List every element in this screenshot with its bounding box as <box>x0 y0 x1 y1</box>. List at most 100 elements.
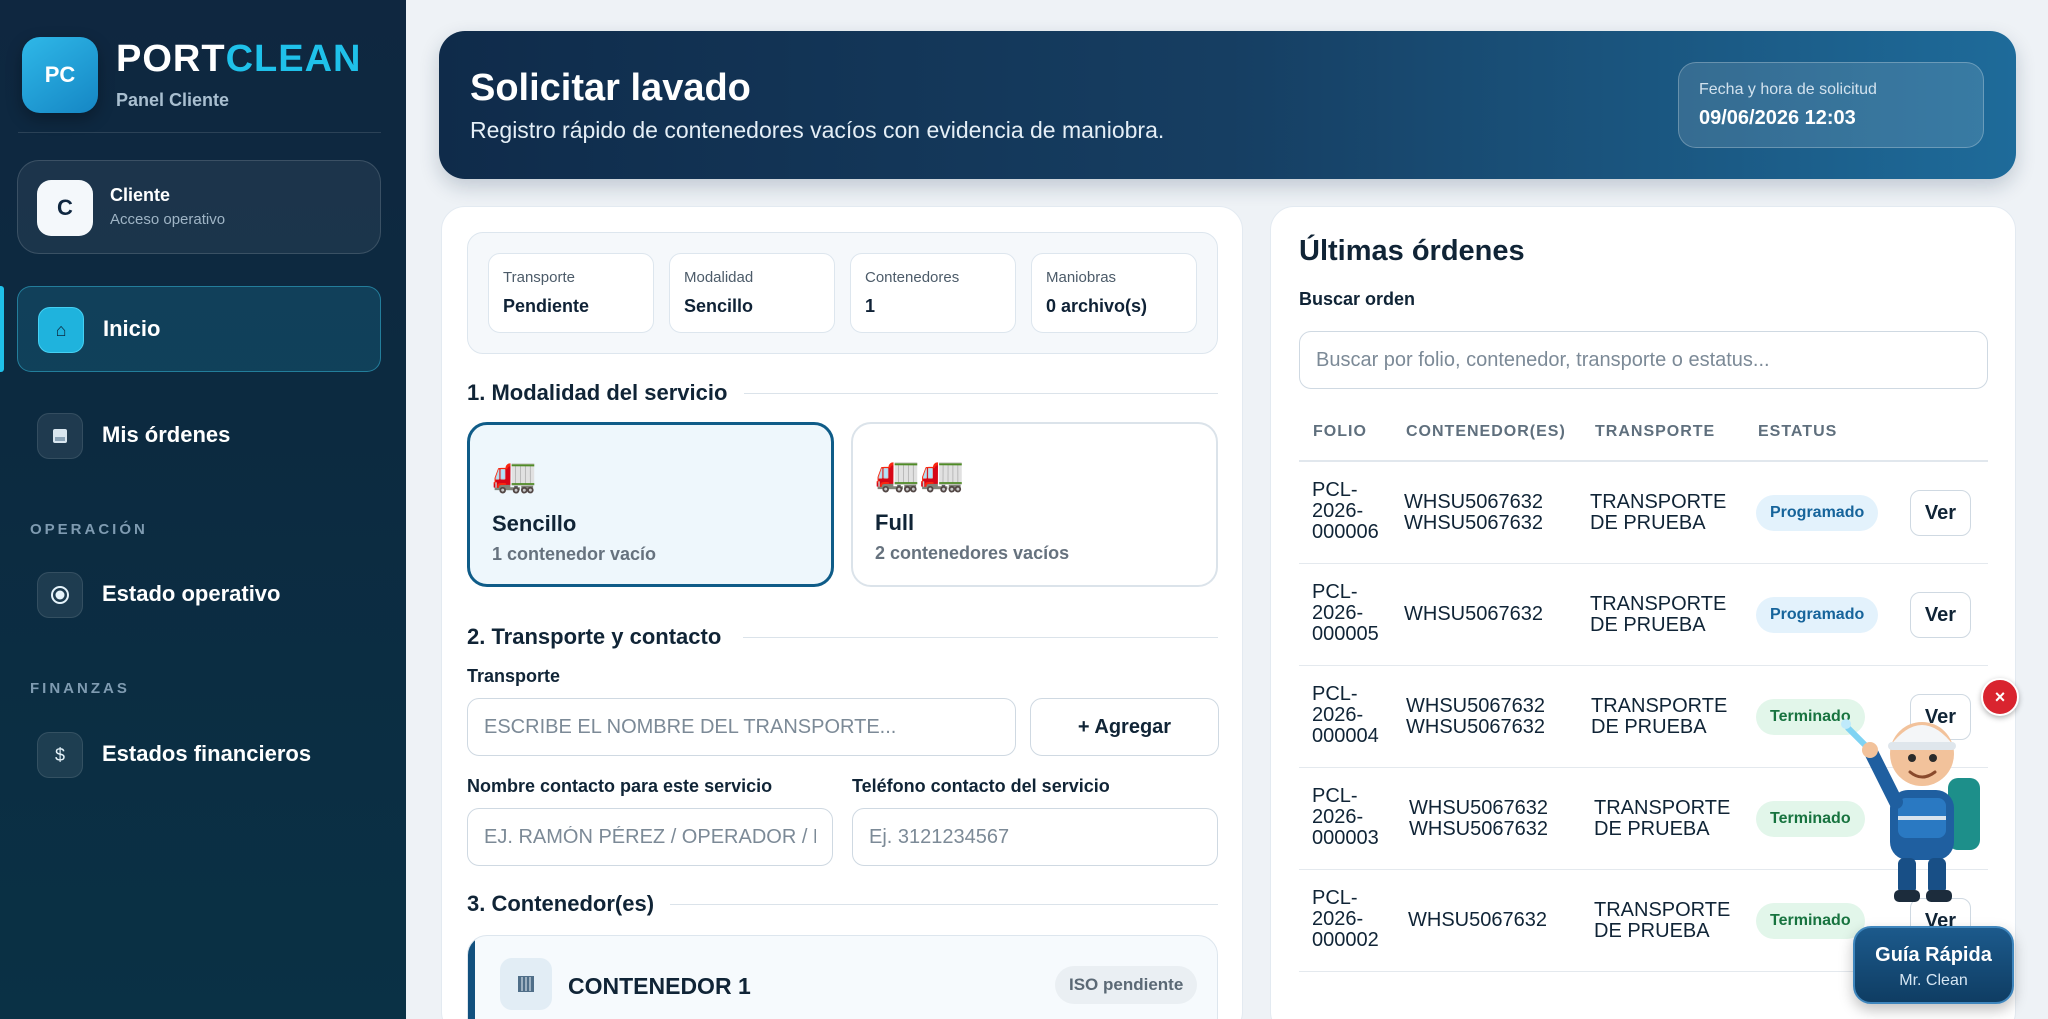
folio-line: 000002 <box>1312 929 1379 951</box>
transport-line: DE PRUEBA <box>1594 920 1710 942</box>
status-badge: Programado <box>1756 597 1879 633</box>
folio-line: 000003 <box>1312 827 1379 849</box>
container-accent <box>468 936 475 1019</box>
folio-line: 2026- <box>1312 806 1364 828</box>
page-subtitle: Registro rápido de contenedores vacíos c… <box>470 117 1165 143</box>
orders-search-label: Buscar orden <box>1299 289 1416 309</box>
summary-value: Sencillo <box>684 296 754 316</box>
page-header: Solicitar lavado Registro rápido de cont… <box>439 31 2016 179</box>
mascot-mr-clean-icon[interactable] <box>1840 698 2000 908</box>
view-order-button[interactable]: Ver <box>1910 592 1971 638</box>
summary-card-contenedores: Contenedores 1 <box>850 253 1016 333</box>
summary-label: Transporte <box>503 269 575 286</box>
brand-logo: PC <box>22 37 98 113</box>
folio-line: 2026- <box>1312 500 1364 522</box>
transport-line: DE PRUEBA <box>1590 614 1706 636</box>
quick-guide-title: Guía Rápida <box>1875 944 1992 966</box>
mode-description: 2 contenedores vacíos <box>875 543 1070 563</box>
user-name: Cliente <box>110 185 171 205</box>
transport-line: TRANSPORTE <box>1594 797 1731 819</box>
brand-name-part2: CLEAN <box>225 38 362 80</box>
contact-name-label: Nombre contacto para este servicio <box>467 776 773 796</box>
column-header-estatus[interactable]: ESTATUS <box>1758 423 1837 441</box>
double-truck-icon: 🚛🚛 <box>875 452 965 493</box>
folio-line: 2026- <box>1312 602 1364 624</box>
container-id: WHSU5067632 <box>1404 603 1543 625</box>
mode-description: 1 contenedor vacío <box>492 544 657 564</box>
view-order-button[interactable]: Ver <box>1910 490 1971 536</box>
close-guide-button[interactable]: × <box>1981 678 2019 716</box>
user-role: Acceso operativo <box>110 211 226 228</box>
folio-line: PCL- <box>1312 581 1358 603</box>
mode-option-sencillo[interactable]: 🚛 Sencillo 1 contenedor vacío <box>467 422 834 587</box>
transport-line: TRANSPORTE <box>1590 491 1727 513</box>
transport-line: TRANSPORTE <box>1591 695 1728 717</box>
folio-line: 2026- <box>1312 704 1364 726</box>
containers-cell: WHSU5067632 <box>1408 910 1547 931</box>
sidebar-item-label: Estados financieros <box>102 741 312 766</box>
summary-strip: Transporte Pendiente Modalidad Sencillo … <box>467 232 1218 354</box>
summary-value: 1 <box>865 296 876 316</box>
container-id: WHSU5067632 <box>1408 909 1547 931</box>
containers-cell: WHSU5067632 WHSU5067632 <box>1404 492 1543 534</box>
summary-label: Contenedores <box>865 269 960 286</box>
sidebar-item-estados-financieros[interactable]: $ Estados financieros <box>17 712 381 798</box>
section-divider <box>744 393 1218 394</box>
quick-guide-button[interactable]: Guía Rápida Mr. Clean <box>1853 926 2014 1004</box>
container-id: WHSU5067632 <box>1406 695 1545 717</box>
container-id: WHSU5067632 <box>1409 818 1548 840</box>
request-date-label: Fecha y hora de solicitud <box>1699 81 1877 98</box>
summary-value: 0 archivo(s) <box>1046 296 1148 316</box>
mode-option-full[interactable]: 🚛🚛 Full 2 contenedores vacíos <box>851 422 1218 587</box>
summary-value: Pendiente <box>503 296 590 316</box>
container-id: WHSU5067632 <box>1406 716 1545 738</box>
section-divider <box>670 904 1218 905</box>
transport-line: TRANSPORTE <box>1590 593 1727 615</box>
folio-cell: PCL- 2026- 000002 <box>1312 888 1392 951</box>
containers-cell: WHSU5067632 <box>1404 604 1543 625</box>
table-row[interactable]: PCL- 2026- 000005 WHSU5067632 TRANSPORTE… <box>1299 564 1988 666</box>
folio-line: PCL- <box>1312 785 1358 807</box>
status-badge: Programado <box>1756 495 1879 531</box>
folio-cell: PCL- 2026- 000005 <box>1312 582 1392 645</box>
orders-search-input[interactable] <box>1299 331 1988 389</box>
column-header-folio[interactable]: FOLIO <box>1313 423 1367 441</box>
table-row[interactable]: PCL- 2026- 000006 WHSU5067632 WHSU506763… <box>1299 462 1988 564</box>
summary-label: Maniobras <box>1046 269 1117 286</box>
folio-line: PCL- <box>1312 683 1358 705</box>
contact-phone-input[interactable] <box>852 808 1218 866</box>
transport-cell: TRANSPORTE DE PRUEBA <box>1594 900 1730 942</box>
truck-icon: 🚛 <box>492 453 537 494</box>
status-badge: Terminado <box>1756 903 1865 939</box>
request-form-panel: Transporte Pendiente Modalidad Sencillo … <box>441 206 1243 1019</box>
nav-active-indicator <box>0 286 4 372</box>
brand-name: PORTCLEAN <box>116 38 361 81</box>
add-transport-button[interactable]: + Agregar <box>1030 698 1219 756</box>
sidebar-item-mis-ordenes[interactable]: Mis órdenes <box>17 393 381 479</box>
section-divider <box>743 637 1218 638</box>
folio-line: 000004 <box>1312 725 1379 747</box>
folio-line: 2026- <box>1312 908 1364 930</box>
nav-section-operacion: OPERACIÓN <box>30 521 148 538</box>
sidebar-item-inicio[interactable]: ⌂ Inicio <box>17 286 381 372</box>
column-header-contenedores[interactable]: CONTENEDOR(ES) <box>1406 423 1566 441</box>
section-title-modalidad: 1. Modalidad del servicio <box>467 380 728 405</box>
folio-cell: PCL- 2026- 000003 <box>1312 786 1392 849</box>
sidebar-divider <box>18 132 381 133</box>
contact-name-input[interactable] <box>467 808 833 866</box>
section-title-contenedores: 3. Contenedor(es) <box>467 891 655 916</box>
column-header-transporte[interactable]: TRANSPORTE <box>1595 423 1715 441</box>
container-title: CONTENEDOR 1 <box>568 973 751 999</box>
summary-card-transporte: Transporte Pendiente <box>488 253 654 333</box>
sidebar-item-estado-operativo[interactable]: Estado operativo <box>17 552 381 638</box>
radar-icon <box>37 572 83 618</box>
transport-input[interactable] <box>467 698 1016 756</box>
transport-cell: TRANSPORTE DE PRUEBA <box>1591 696 1727 738</box>
container-id: WHSU5067632 <box>1404 491 1543 513</box>
transport-line: TRANSPORTE <box>1594 899 1731 921</box>
user-card[interactable]: C Cliente Acceso operativo <box>17 160 381 254</box>
iso-status-badge: ISO pendiente <box>1055 966 1198 1004</box>
quick-guide-subtitle: Mr. Clean <box>1899 972 1968 989</box>
folio-cell: PCL- 2026- 000006 <box>1312 480 1392 543</box>
transport-line: DE PRUEBA <box>1590 512 1706 534</box>
